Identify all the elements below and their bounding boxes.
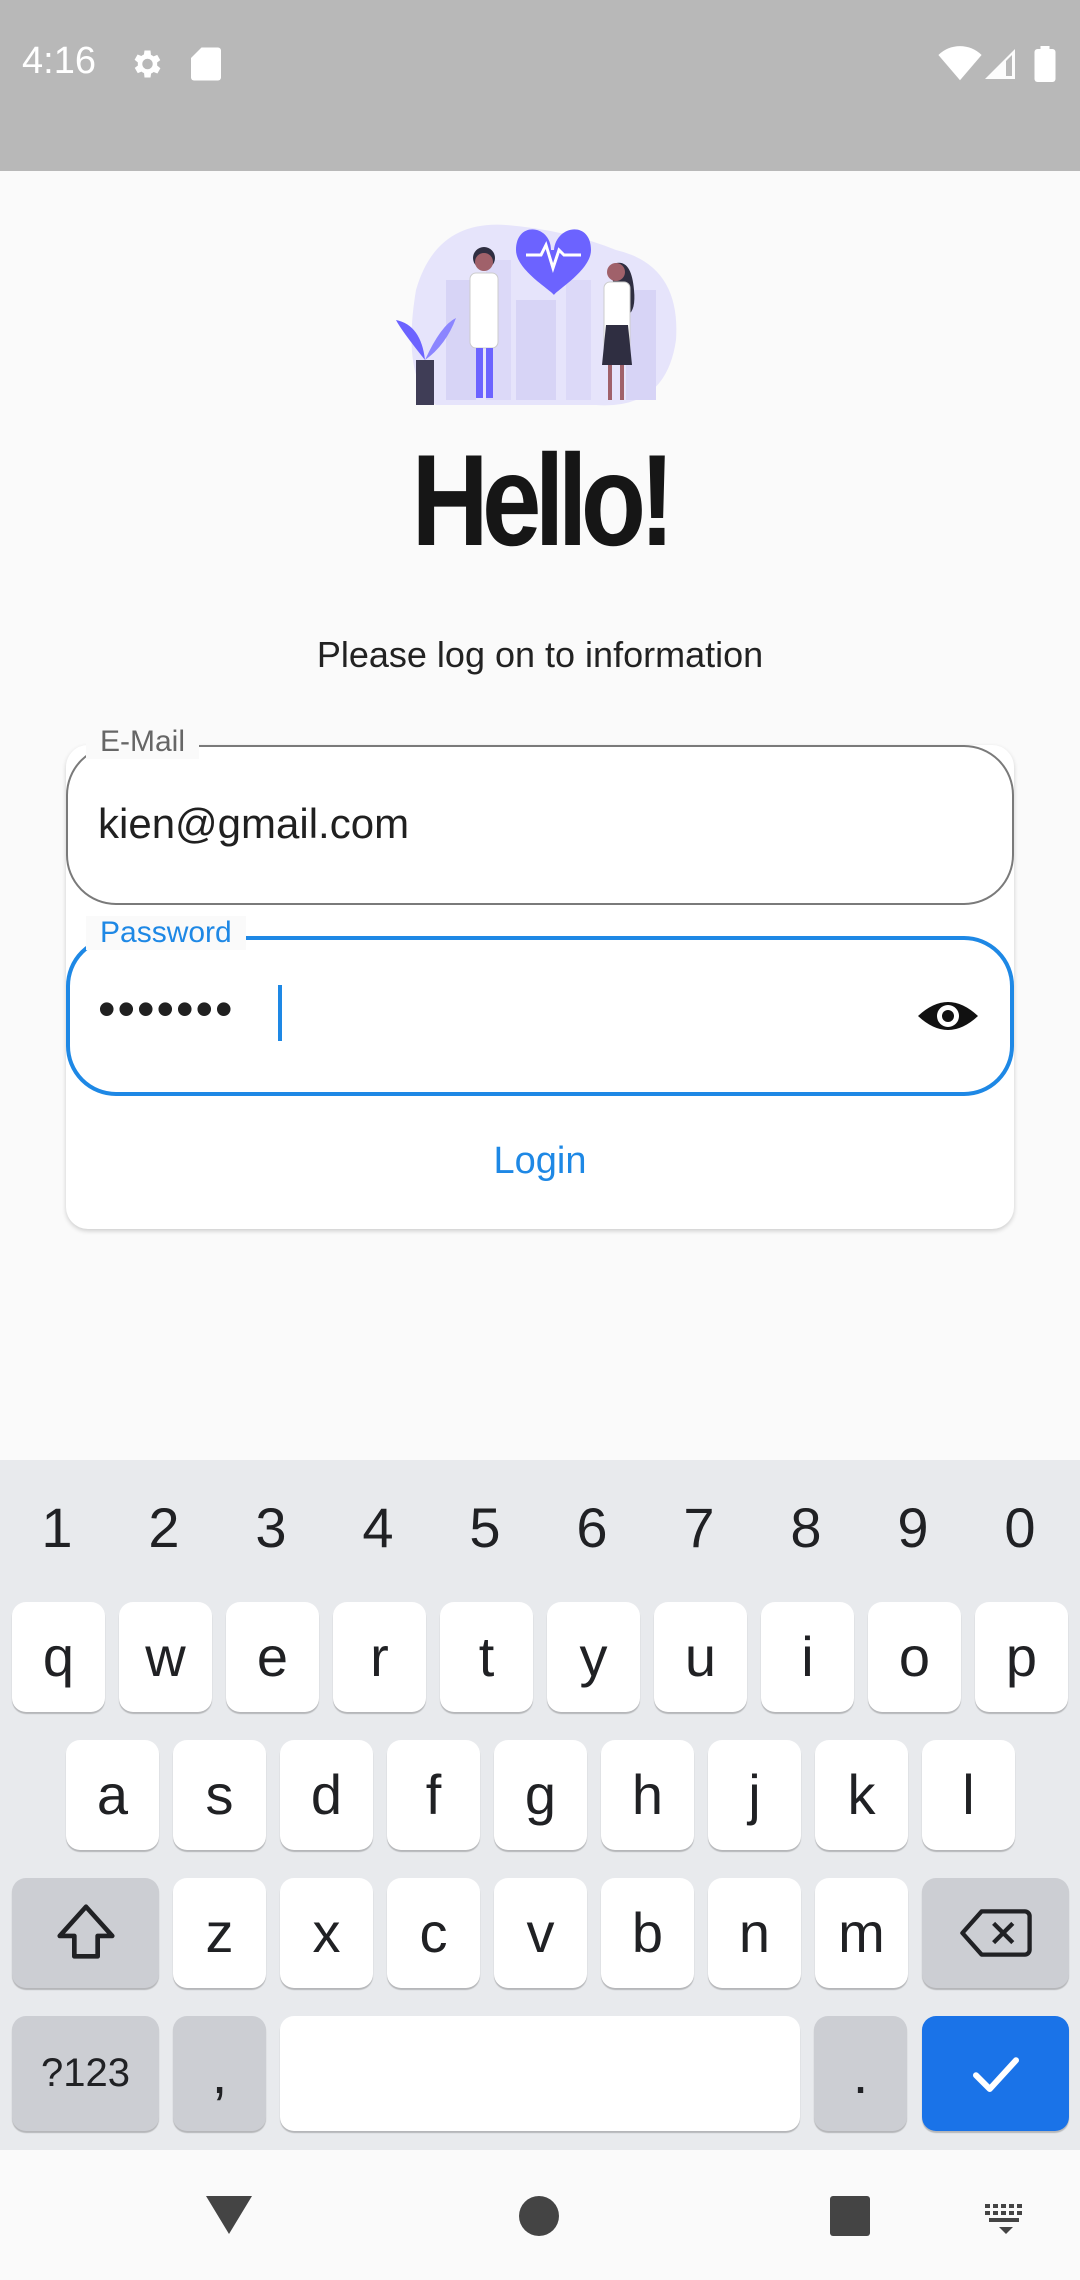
period-key[interactable]: .	[814, 2016, 907, 2131]
key-1[interactable]: 1	[17, 1495, 97, 1560]
key-label: v	[526, 1901, 555, 1964]
key-label: ,	[211, 2042, 228, 2105]
eye-icon[interactable]	[916, 990, 980, 1042]
key-u[interactable]: u	[654, 1602, 747, 1712]
login-button[interactable]: Login	[0, 1140, 1080, 1183]
key-label: o	[898, 1625, 931, 1688]
navigation-bar	[0, 2150, 1080, 2280]
shift-key[interactable]	[12, 1878, 159, 1988]
key-label: k	[847, 1763, 876, 1826]
key-h[interactable]: h	[601, 1740, 694, 1850]
key-k[interactable]: k	[815, 1740, 908, 1850]
key-4[interactable]: 4	[338, 1495, 418, 1560]
key-label: h	[631, 1763, 664, 1826]
comma-key[interactable]: ,	[173, 2016, 266, 2131]
page-subtitle: Please log on to information	[316, 634, 764, 675]
space-key[interactable]	[280, 2016, 800, 2131]
key-j[interactable]: j	[708, 1740, 801, 1850]
key-y[interactable]: y	[547, 1602, 640, 1712]
shift-icon	[56, 1904, 115, 1959]
key-8[interactable]: 8	[766, 1495, 846, 1560]
key-z[interactable]: z	[173, 1878, 266, 1988]
key-x[interactable]: x	[280, 1878, 373, 1988]
key-3[interactable]: 3	[231, 1495, 311, 1560]
key-i[interactable]: i	[761, 1602, 854, 1712]
key-v[interactable]: v	[494, 1878, 587, 1988]
key-e[interactable]: e	[226, 1602, 319, 1712]
key-label: a	[96, 1763, 129, 1826]
symbols-key[interactable]: ?123	[12, 2016, 159, 2131]
status-bar: 4:16	[0, 0, 1080, 171]
key-label: y	[579, 1625, 608, 1688]
key-9[interactable]: 9	[873, 1495, 953, 1560]
key-label: x	[312, 1901, 341, 1964]
key-label: n	[738, 1901, 771, 1964]
key-label: c	[419, 1901, 448, 1964]
key-c[interactable]: c	[387, 1878, 480, 1988]
key-a[interactable]: a	[66, 1740, 159, 1850]
check-icon	[972, 2057, 1019, 2092]
key-t[interactable]: t	[440, 1602, 533, 1712]
key-label: .	[852, 2042, 869, 2105]
key-p[interactable]: p	[975, 1602, 1068, 1712]
key-2[interactable]: 2	[124, 1495, 204, 1560]
key-l[interactable]: l	[922, 1740, 1015, 1850]
key-label: i	[801, 1625, 814, 1688]
key-5[interactable]: 5	[445, 1495, 525, 1560]
key-q[interactable]: q	[12, 1602, 105, 1712]
doctors-illustration	[396, 224, 677, 406]
cell-signal-icon	[985, 49, 1015, 79]
key-label: e	[256, 1625, 289, 1688]
key-label: ?123	[41, 2051, 130, 2095]
key-label: u	[684, 1625, 717, 1688]
sd-card-icon	[191, 47, 221, 81]
key-label: m	[838, 1901, 885, 1964]
gear-icon	[134, 50, 161, 78]
key-label: b	[631, 1901, 664, 1964]
email-value[interactable]: kien@gmail.com	[98, 800, 409, 848]
key-label: s	[205, 1763, 234, 1826]
key-label: d	[310, 1763, 343, 1826]
key-r[interactable]: r	[333, 1602, 426, 1712]
key-g[interactable]: g	[494, 1740, 587, 1850]
backspace-icon	[959, 1909, 1032, 1957]
key-d[interactable]: d	[280, 1740, 373, 1850]
key-label: r	[370, 1625, 389, 1688]
password-label: Password	[86, 916, 246, 950]
recents-icon[interactable]	[828, 2196, 872, 2236]
key-label: q	[42, 1625, 75, 1688]
key-7[interactable]: 7	[659, 1495, 739, 1560]
number-row: 1 2 3 4 5 6 7 8 9 0	[0, 1495, 1080, 1559]
key-label: g	[524, 1763, 557, 1826]
key-m[interactable]: m	[815, 1878, 908, 1988]
key-f[interactable]: f	[387, 1740, 480, 1850]
back-icon[interactable]	[204, 2192, 254, 2236]
battery-icon	[1034, 46, 1056, 82]
backspace-key[interactable]	[922, 1878, 1069, 1988]
email-label: E-Mail	[86, 725, 200, 759]
key-b[interactable]: b	[601, 1878, 694, 1988]
status-time: 4:16	[22, 40, 96, 82]
keyboard-switch-icon[interactable]	[983, 2202, 1029, 2236]
key-6[interactable]: 6	[552, 1495, 632, 1560]
text-caret	[278, 985, 282, 1041]
page-title: Hello!	[411, 427, 675, 573]
home-icon[interactable]	[518, 2195, 560, 2237]
key-label: t	[478, 1625, 495, 1688]
done-key[interactable]	[922, 2016, 1069, 2131]
key-label: j	[748, 1763, 761, 1826]
key-w[interactable]: w	[119, 1602, 212, 1712]
key-label: l	[962, 1763, 975, 1826]
key-label: z	[205, 1901, 234, 1964]
key-o[interactable]: o	[868, 1602, 961, 1712]
key-n[interactable]: n	[708, 1878, 801, 1988]
key-label: w	[145, 1625, 186, 1688]
key-0[interactable]: 0	[980, 1495, 1060, 1560]
password-value[interactable]: •••••••	[98, 980, 235, 1038]
key-label: f	[425, 1763, 442, 1826]
key-s[interactable]: s	[173, 1740, 266, 1850]
wifi-icon	[938, 46, 982, 81]
key-label: p	[1005, 1625, 1038, 1688]
